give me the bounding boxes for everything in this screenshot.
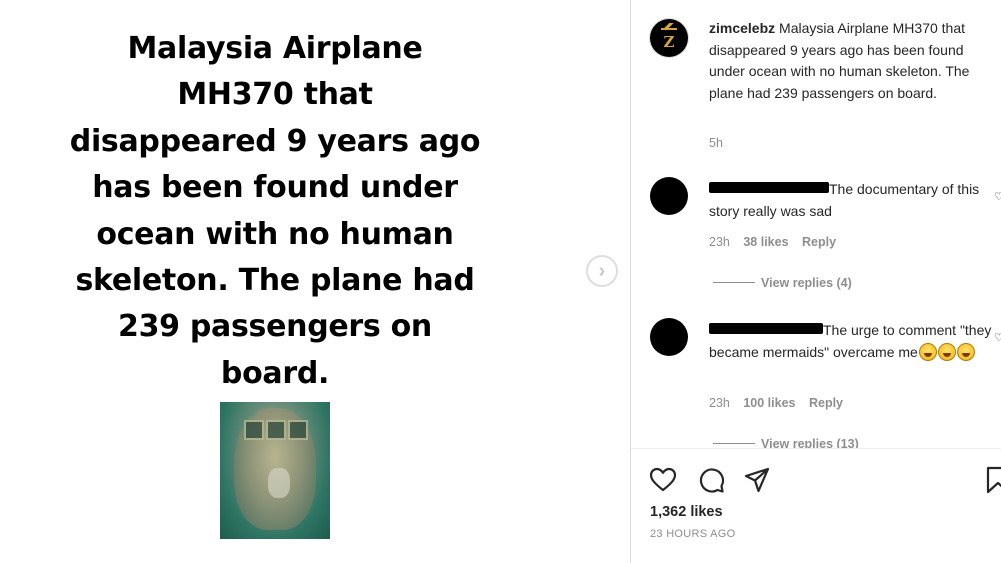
comment-1-reply-button[interactable]: Reply xyxy=(802,235,836,249)
action-bar xyxy=(649,462,1001,496)
headline-line: skeleton. The plane had xyxy=(75,263,475,299)
comment-2: The urge to comment "they became mermaid… xyxy=(709,320,999,363)
view-replies-button[interactable]: View replies (13) xyxy=(713,437,859,448)
crown-icon xyxy=(661,23,677,30)
comment-2-meta: 23h 100 likes Reply xyxy=(709,396,843,410)
divider-line xyxy=(713,443,755,444)
headline-line: disappeared 9 years ago xyxy=(69,123,481,159)
divider xyxy=(631,448,1001,449)
post-timestamp: 23 HOURS AGO xyxy=(650,528,736,540)
laughing-emoji-icon xyxy=(956,342,975,361)
underwater-plane-photo xyxy=(220,402,330,539)
comment-2-reply-button[interactable]: Reply xyxy=(809,396,843,410)
comments-panel: Z zimcelebz Malaysia Airplane MH370 that… xyxy=(630,0,1001,563)
divider-line xyxy=(713,282,755,283)
headline-line: ocean with no human xyxy=(96,216,454,252)
share-icon[interactable] xyxy=(743,466,771,494)
comment-icon[interactable] xyxy=(697,466,725,494)
laughing-emoji-icon xyxy=(918,342,937,361)
caption-username[interactable]: zimcelebz xyxy=(709,20,775,36)
headline-line: Malaysia Airplane xyxy=(127,31,423,66)
laughing-emoji-icon xyxy=(937,342,956,361)
headline-line: board. xyxy=(220,355,330,391)
headline-line: MH370 that xyxy=(177,77,373,113)
headline-line: has been found under xyxy=(92,170,458,206)
heart-icon[interactable] xyxy=(649,466,677,494)
chevron-right-icon[interactable]: › xyxy=(586,255,618,287)
post-headline: Malaysia Airplane MH370 that disappeared… xyxy=(40,26,510,397)
caption-time: 5h xyxy=(709,136,723,150)
post-caption: zimcelebz Malaysia Airplane MH370 that d… xyxy=(709,18,999,104)
headline-line: 239 passengers on xyxy=(118,309,432,345)
comment-1-time: 23h xyxy=(709,235,730,249)
comment-2-likes[interactable]: 100 likes xyxy=(743,396,795,410)
likes-count[interactable]: 1,362 likes xyxy=(650,504,723,520)
comment-2-time: 23h xyxy=(709,396,730,410)
redacted-username xyxy=(709,323,823,334)
view-replies-button[interactable]: View replies (4) xyxy=(713,276,852,290)
redacted-username xyxy=(709,182,829,193)
comment-1: The documentary of this story really was… xyxy=(709,179,999,222)
bookmark-icon[interactable] xyxy=(984,466,1001,494)
post-image: Malaysia Airplane MH370 that disappeared… xyxy=(0,0,630,563)
comment-like-icon[interactable]: ♡ xyxy=(994,190,1001,203)
comment-1-likes[interactable]: 38 likes xyxy=(743,235,788,249)
avatar[interactable] xyxy=(650,318,688,356)
comment-like-icon[interactable]: ♡ xyxy=(994,331,1001,344)
avatar[interactable] xyxy=(650,177,688,215)
comments-list[interactable]: Z zimcelebz Malaysia Airplane MH370 that… xyxy=(631,0,1001,448)
avatar[interactable]: Z xyxy=(650,19,688,57)
comment-1-meta: 23h 38 likes Reply xyxy=(709,235,836,249)
